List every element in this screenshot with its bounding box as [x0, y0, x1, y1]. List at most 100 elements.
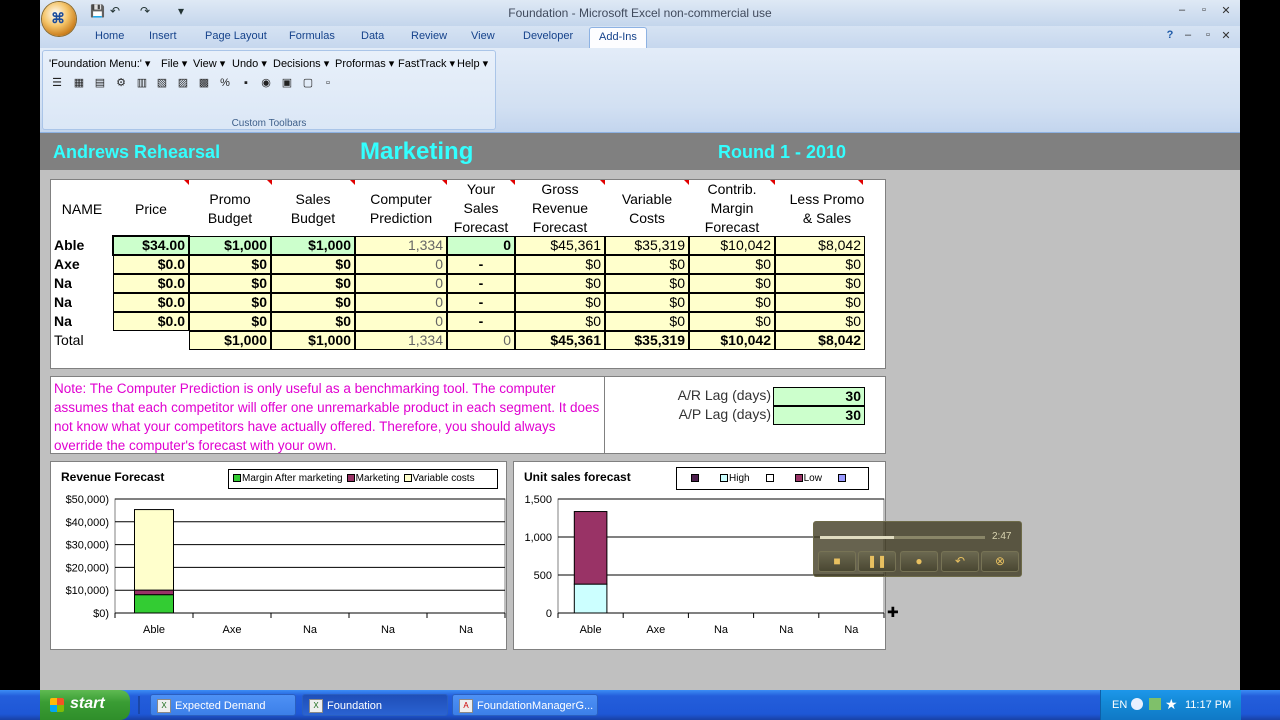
stop-button[interactable]: ■ — [818, 551, 856, 572]
tab-page-layout[interactable]: Page Layout — [205, 30, 267, 42]
undo-recording-button[interactable]: ↶ — [941, 551, 979, 572]
price-input[interactable]: $0.0 — [113, 255, 189, 274]
menu-help[interactable]: Help ▾ — [457, 57, 488, 70]
comment-marker[interactable] — [442, 180, 447, 185]
sales-input[interactable]: $0 — [271, 293, 355, 312]
price-input[interactable]: $0.0 — [113, 293, 189, 312]
taskbar-item-foundation-manager[interactable]: A FoundationManagerG... — [452, 694, 598, 716]
tab-add-ins[interactable]: Add-Ins — [589, 27, 647, 48]
sales-input[interactable]: $1,000 — [271, 236, 355, 255]
contrib-margin: $10,042 — [689, 236, 775, 255]
promo-input[interactable]: $0 — [189, 312, 271, 331]
header-your-forecast: Your Sales Forecast — [453, 181, 509, 235]
toolbar-icon-7[interactable]: ▨ — [177, 77, 189, 89]
your-forecast-input[interactable]: 0 — [447, 236, 515, 255]
tab-data[interactable]: Data — [361, 30, 384, 42]
clock[interactable]: 11:17 PM — [1185, 699, 1231, 711]
toolbar-icon-14[interactable]: ▫ — [322, 77, 334, 89]
revenue-forecast-chart[interactable]: Revenue Forecast Margin After marketing M… — [50, 461, 507, 650]
toolbar-icon-1[interactable]: ☰ — [51, 77, 63, 89]
minimize-button[interactable]: – — [1172, 4, 1192, 16]
tab-view[interactable]: View — [471, 30, 495, 42]
comment-marker[interactable] — [858, 180, 863, 185]
toolbar-icon-12[interactable]: ▣ — [281, 77, 293, 89]
promo-input[interactable]: $0 — [189, 255, 271, 274]
less-promo: $0 — [775, 293, 865, 312]
toolbar-icon-3[interactable]: ▤ — [94, 77, 106, 89]
toolbar-icon-10[interactable]: ▪ — [240, 77, 252, 89]
comment-marker[interactable] — [684, 180, 689, 185]
price-input[interactable]: $0.0 — [113, 312, 189, 331]
promo-input[interactable]: $0 — [189, 274, 271, 293]
doc-close-button[interactable]: ✕ — [1216, 29, 1236, 42]
menu-view[interactable]: View ▾ — [193, 57, 225, 70]
your-forecast-input[interactable]: - — [447, 255, 515, 274]
ar-lag-input[interactable]: 30 — [773, 387, 865, 406]
ap-lag-input[interactable]: 30 — [773, 406, 865, 425]
worksheet[interactable]: Andrews Rehearsal Marketing Round 1 - 20… — [40, 133, 1240, 690]
cancel-recording-button[interactable]: ⊗ — [981, 551, 1019, 572]
office-button[interactable]: ⌘ — [42, 2, 76, 36]
price-input[interactable]: $0.0 — [113, 274, 189, 293]
doc-restore-button[interactable]: ▫ — [1198, 29, 1218, 41]
x-tick-label: Na — [714, 624, 729, 636]
sales-input[interactable]: $0 — [271, 312, 355, 331]
toolbar-icon-8[interactable]: ▩ — [198, 77, 210, 89]
menu-foundation[interactable]: 'Foundation Menu:' ▾ — [49, 57, 150, 70]
language-indicator[interactable]: EN — [1112, 699, 1127, 711]
y-tick-label: $40,000) — [66, 517, 109, 529]
your-forecast-input[interactable]: - — [447, 293, 515, 312]
comment-marker[interactable] — [600, 180, 605, 185]
excel-icon: X — [157, 699, 171, 713]
close-button[interactable]: ✕ — [1216, 4, 1236, 17]
media-progress-fill — [820, 536, 895, 539]
toolbar-icon-13[interactable]: ▢ — [302, 77, 314, 89]
tab-insert[interactable]: Insert — [149, 30, 177, 42]
bar-segment — [573, 511, 608, 585]
media-player-overlay[interactable]: 2:47 ■ ❚❚ ● ↶ ⊗ — [813, 521, 1022, 577]
ribbon: 'Foundation Menu:' ▾ File ▾ View ▾ Undo … — [40, 48, 1240, 133]
pause-button[interactable]: ❚❚ — [858, 551, 896, 572]
taskbar-item-foundation[interactable]: X Foundation — [302, 694, 448, 716]
comment-marker[interactable] — [510, 180, 515, 185]
toolbar-icon-9[interactable]: % — [219, 77, 231, 89]
comment-marker[interactable] — [350, 180, 355, 185]
your-forecast-input[interactable]: - — [447, 312, 515, 331]
sales-input[interactable]: $0 — [271, 255, 355, 274]
menu-proformas[interactable]: Proformas ▾ — [335, 57, 394, 70]
record-button[interactable]: ● — [900, 551, 938, 572]
monitor-icon[interactable] — [1149, 698, 1161, 710]
menu-file[interactable]: File ▾ — [161, 57, 187, 70]
total-gross-revenue: $45,361 — [515, 331, 605, 350]
toolbar-icon-6[interactable]: ▧ — [156, 77, 168, 89]
windows-logo-icon — [50, 698, 64, 712]
your-forecast-input[interactable]: - — [447, 274, 515, 293]
tab-home[interactable]: Home — [95, 30, 124, 42]
comment-marker[interactable] — [184, 180, 189, 185]
sales-input[interactable]: $0 — [271, 274, 355, 293]
toolbar-icon-2[interactable]: ▦ — [73, 77, 85, 89]
star-icon[interactable]: ★ — [1165, 696, 1178, 713]
toolbar-icon-4[interactable]: ⚙ — [115, 77, 127, 89]
start-button[interactable]: start — [40, 690, 130, 720]
help-icon[interactable]: ? — [1160, 29, 1180, 41]
network-icon[interactable] — [1131, 698, 1143, 710]
comment-marker[interactable] — [770, 180, 775, 185]
gross-revenue: $0 — [515, 312, 605, 331]
doc-minimize-button[interactable]: – — [1178, 29, 1198, 41]
restore-button[interactable]: ▫ — [1194, 4, 1214, 16]
menu-undo[interactable]: Undo ▾ — [232, 57, 267, 70]
media-progress-track[interactable] — [820, 536, 985, 539]
menu-decisions[interactable]: Decisions ▾ — [273, 57, 329, 70]
toolbar-icon-11[interactable]: ◉ — [260, 77, 272, 89]
tab-review[interactable]: Review — [411, 30, 447, 42]
tab-formulas[interactable]: Formulas — [289, 30, 335, 42]
toolbar-icon-5[interactable]: ▥ — [136, 77, 148, 89]
taskbar-item-expected-demand[interactable]: X Expected Demand — [150, 694, 296, 716]
menu-fasttrack[interactable]: FastTrack ▾ — [398, 57, 455, 70]
price-input[interactable]: $34.00 — [112, 235, 190, 256]
comment-marker[interactable] — [267, 180, 272, 185]
promo-input[interactable]: $0 — [189, 293, 271, 312]
tab-developer[interactable]: Developer — [523, 30, 573, 42]
promo-input[interactable]: $1,000 — [189, 236, 271, 255]
